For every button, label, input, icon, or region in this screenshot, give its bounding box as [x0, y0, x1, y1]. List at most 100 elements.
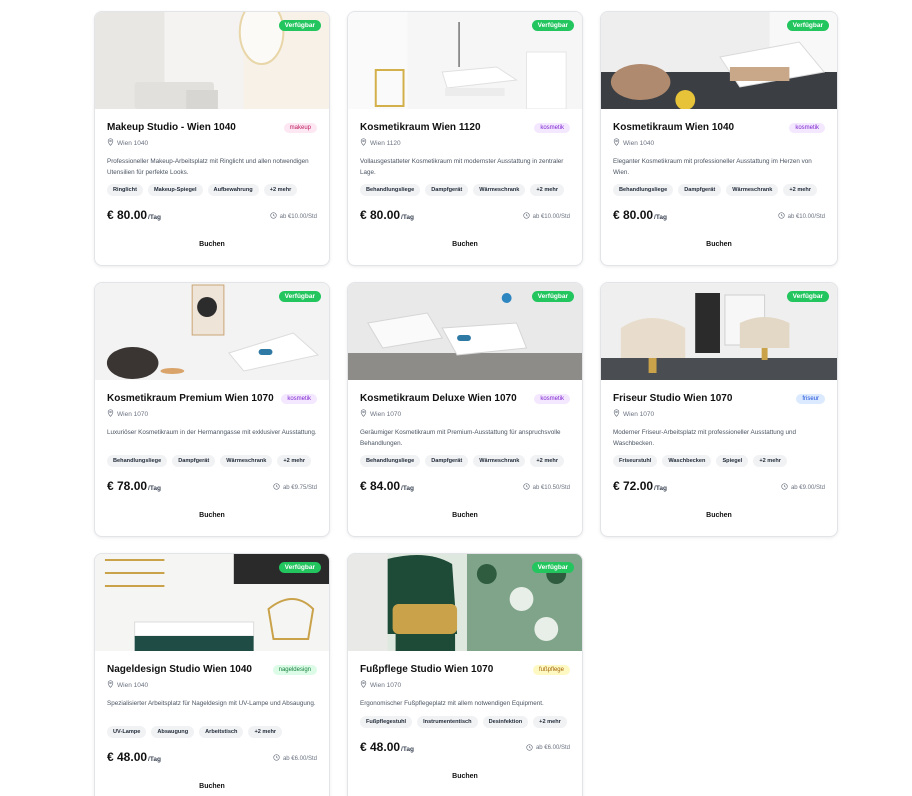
book-button[interactable]: Buchen [360, 773, 570, 796]
listing-card[interactable]: Verfügbar Kosmetikraum Wien 1120 kosmetik… [347, 11, 583, 266]
location-text: Wien 1070 [370, 410, 402, 418]
amenity-chip: Absaugung [151, 726, 195, 738]
amenity-chip: Aufbewahrung [207, 184, 259, 196]
daily-price: € 72.00 [613, 479, 654, 493]
listing-card[interactable]: Verfügbar Fußpflege Studio Wien 1070 fußp… [347, 553, 583, 796]
book-button[interactable]: Buchen [360, 241, 570, 265]
amenity-list: Friseurstuhl Waschbecken Spiegel +2 mehr [613, 455, 825, 467]
book-button[interactable]: Buchen [107, 512, 317, 536]
location-pin-icon [107, 138, 114, 148]
daily-price: € 48.00 [360, 739, 401, 754]
location-text: Wien 1120 [370, 139, 401, 147]
listing-card[interactable]: Verfügbar Kosmetikraum Wien 1040 kosmetik… [600, 11, 838, 266]
location-text: Wien 1040 [117, 139, 149, 147]
amenity-list: Behandlungsliege Dampfgerät Wärmeschrank +2… [613, 184, 825, 196]
amenity-chip: Wärmeschrank [726, 184, 779, 196]
amenity-chip: Wärmeschrank [220, 455, 273, 467]
amenity-list: Ringlicht Makeup-Spiegel Aufbewahrung +2 me… [107, 184, 317, 196]
more-amenities-chip: +2 mehr [530, 455, 565, 467]
amenity-list: Behandlungsliege Dampfgerät Wärmeschrank +2… [360, 455, 570, 467]
listing-description: Spezialisierter Arbeitsplatz für Nagelde… [107, 700, 316, 707]
clock-icon [273, 483, 280, 492]
category-badge: makeup [283, 122, 317, 133]
hourly-price: ab €10.00/Std [532, 213, 570, 220]
amenity-chip: UV-Lampe [107, 726, 147, 738]
amenity-chip: Instrumententisch [417, 715, 478, 728]
listing-card[interactable]: Verfügbar Kosmetikraum Deluxe Wien 1070 k… [347, 282, 583, 537]
category-badge: kosmetik [789, 122, 825, 133]
hourly-price: ab €9.00/Std [790, 484, 825, 491]
amenity-chip: Dampfgerät [425, 455, 469, 467]
listing-title: Kosmetikraum Wien 1120 [360, 122, 481, 133]
amenity-chip: Behandlungsliege [107, 455, 168, 467]
clock-icon [526, 743, 533, 753]
hourly-price: ab €6.00/Std [282, 755, 317, 762]
availability-badge: Verfügbar [786, 291, 829, 302]
amenity-chip: Friseurstuhl [613, 455, 658, 467]
availability-badge: Verfügbar [531, 562, 574, 573]
listing-image: Verfügbar [95, 283, 329, 380]
daily-price: € 84.00 [360, 479, 401, 493]
amenity-chip: Spiegel [716, 455, 749, 467]
listing-description: Eleganter Kosmetikraum mit professionell… [613, 158, 812, 176]
more-amenities-chip: +2 mehr [783, 184, 818, 196]
daily-price: € 80.00 [360, 208, 401, 222]
daily-price: € 48.00 [107, 750, 148, 764]
price-unit: /Tag [401, 485, 414, 492]
listing-card[interactable]: Verfügbar Nageldesign Studio Wien 1040 na… [94, 553, 330, 796]
book-button[interactable]: Buchen [613, 512, 825, 536]
category-badge: kosmetik [281, 393, 317, 404]
more-amenities-chip: +2 mehr [263, 184, 298, 196]
clock-icon [523, 483, 530, 492]
hourly-price: ab €6.00/Std [535, 745, 570, 751]
hourly-price: ab €9.75/Std [282, 484, 317, 491]
more-amenities-chip: +2 mehr [277, 455, 312, 467]
amenity-chip: Dampfgerät [425, 184, 469, 196]
price-unit: /Tag [148, 756, 161, 763]
clock-icon [523, 212, 530, 221]
listing-grid: Verfügbar Makeup Studio - Wien 1040 makeu… [94, 11, 838, 796]
amenity-chip: Makeup-Spiegel [147, 184, 203, 196]
location-pin-icon [107, 680, 114, 690]
amenity-chip: Wärmeschrank [473, 184, 526, 196]
listing-title: Makeup Studio - Wien 1040 [107, 122, 236, 133]
listing-description: Moderner Friseur-Arbeitsplatz mit profes… [613, 429, 797, 447]
listing-title: Nageldesign Studio Wien 1040 [107, 664, 252, 675]
more-amenities-chip: +2 mehr [248, 726, 283, 738]
listing-image: Verfügbar [601, 283, 837, 380]
book-button[interactable]: Buchen [107, 241, 317, 265]
price-unit: /Tag [401, 745, 414, 753]
book-button[interactable]: Buchen [613, 241, 825, 265]
more-amenities-chip: +2 mehr [533, 715, 567, 728]
location-text: Wien 1040 [117, 681, 149, 689]
availability-badge: Verfügbar [531, 20, 574, 31]
amenity-chip: Ringlicht [107, 184, 143, 196]
listing-description: Ergonomischer Fußpflegeplatz mit allem n… [360, 700, 544, 707]
book-button[interactable]: Buchen [107, 783, 317, 796]
daily-price: € 80.00 [107, 208, 148, 222]
location-pin-icon [360, 680, 367, 690]
category-badge: kosmetik [534, 393, 570, 404]
more-amenities-chip: +2 mehr [530, 184, 565, 196]
listing-image: Verfügbar [95, 12, 329, 109]
listing-card[interactable]: Verfügbar Makeup Studio - Wien 1040 makeu… [94, 11, 330, 266]
more-amenities-chip: +2 mehr [753, 455, 787, 467]
listing-image: Verfügbar [348, 283, 582, 380]
daily-price: € 78.00 [107, 479, 148, 493]
clock-icon [270, 212, 277, 221]
location-text: Wien 1040 [623, 139, 655, 147]
listing-image: Verfügbar [348, 12, 582, 109]
listing-card[interactable]: Verfügbar Kosmetikraum Premium Wien 1070… [94, 282, 330, 537]
book-button[interactable]: Buchen [360, 512, 570, 536]
location-pin-icon [107, 409, 114, 419]
amenity-chip: Desinfektion [482, 715, 529, 728]
listing-image: Verfügbar [95, 554, 329, 651]
listing-card[interactable]: Verfügbar Friseur Studio Wien 1070 friseu… [600, 282, 838, 537]
category-badge: friseur [796, 393, 825, 404]
price-unit: /Tag [401, 214, 414, 221]
amenity-chip: Arbeitstisch [199, 726, 244, 738]
amenity-list: Fußpflegestuhl Instrumententisch Desinfekt… [360, 715, 570, 728]
daily-price: € 80.00 [613, 208, 654, 222]
price-unit: /Tag [654, 214, 667, 221]
clock-icon [273, 754, 280, 763]
